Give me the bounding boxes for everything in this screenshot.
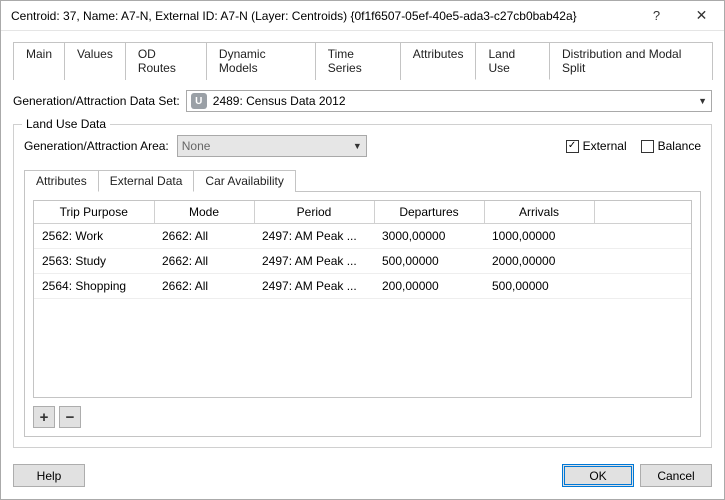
- col-mode[interactable]: Mode: [154, 201, 254, 224]
- external-label: External: [583, 139, 627, 153]
- add-row-button[interactable]: +: [33, 406, 55, 428]
- cell-period: 2497: AM Peak ...: [254, 249, 374, 274]
- chevron-down-icon: ▼: [353, 141, 362, 151]
- row-buttons: + −: [33, 406, 692, 428]
- tab-attributes[interactable]: Attributes: [400, 42, 477, 80]
- cell-departures: 3000,00000: [374, 224, 484, 249]
- cell-period: 2497: AM Peak ...: [254, 224, 374, 249]
- col-period[interactable]: Period: [254, 201, 374, 224]
- dialog-window: Centroid: 37, Name: A7-N, External ID: A…: [0, 0, 725, 500]
- tab-distribution-modal-split[interactable]: Distribution and Modal Split: [549, 42, 713, 80]
- remove-row-button[interactable]: −: [59, 406, 81, 428]
- window-title: Centroid: 37, Name: A7-N, External ID: A…: [11, 9, 634, 23]
- chevron-down-icon: ▼: [698, 96, 707, 106]
- cell-mode: 2662: All: [154, 274, 254, 299]
- area-row: Generation/Attraction Area: None ▼ ✓ Ext…: [24, 135, 701, 157]
- area-combo[interactable]: None ▼: [177, 135, 367, 157]
- table-header-row: Trip Purpose Mode Period Departures Arri…: [34, 201, 691, 224]
- col-trip-purpose[interactable]: Trip Purpose: [34, 201, 154, 224]
- checkbox-group: ✓ External Balance: [566, 139, 701, 153]
- balance-label: Balance: [658, 139, 701, 153]
- titlebar: Centroid: 37, Name: A7-N, External ID: A…: [1, 1, 724, 31]
- main-tabs: Main Values OD Routes Dynamic Models Tim…: [13, 41, 712, 80]
- cancel-button[interactable]: Cancel: [640, 464, 712, 487]
- dataset-label: Generation/Attraction Data Set:: [13, 94, 180, 108]
- tab-land-use[interactable]: Land Use: [475, 42, 550, 80]
- ok-button[interactable]: OK: [562, 464, 634, 487]
- close-button[interactable]: ✕: [679, 1, 724, 31]
- external-data-table: Trip Purpose Mode Period Departures Arri…: [34, 201, 691, 299]
- dataset-combo[interactable]: U 2489: Census Data 2012 ▼: [186, 90, 712, 112]
- group-title: Land Use Data: [22, 117, 110, 131]
- area-value: None: [182, 139, 211, 153]
- cell-mode: 2662: All: [154, 224, 254, 249]
- external-checkbox[interactable]: ✓ External: [566, 139, 627, 153]
- cell-period: 2497: AM Peak ...: [254, 274, 374, 299]
- table-panel: Trip Purpose Mode Period Departures Arri…: [24, 192, 701, 437]
- table-row[interactable]: 2562: Work 2662: All 2497: AM Peak ... 3…: [34, 224, 691, 249]
- tab-time-series[interactable]: Time Series: [315, 42, 401, 80]
- data-grid[interactable]: Trip Purpose Mode Period Departures Arri…: [33, 200, 692, 398]
- cell-purpose: 2562: Work: [34, 224, 154, 249]
- cell-departures: 500,00000: [374, 249, 484, 274]
- dataset-value: 2489: Census Data 2012: [213, 94, 346, 108]
- land-use-data-group: Land Use Data Generation/Attraction Area…: [13, 124, 712, 448]
- balance-checkbox[interactable]: Balance: [641, 139, 701, 153]
- dialog-footer: Help OK Cancel: [1, 456, 724, 499]
- tab-inner-car-availability[interactable]: Car Availability: [193, 170, 295, 192]
- cell-purpose: 2564: Shopping: [34, 274, 154, 299]
- tab-inner-attributes[interactable]: Attributes: [24, 170, 99, 192]
- tab-main[interactable]: Main: [13, 42, 65, 80]
- area-label: Generation/Attraction Area:: [24, 139, 169, 153]
- col-spacer: [594, 201, 691, 224]
- inner-tabs: Attributes External Data Car Availabilit…: [24, 169, 701, 192]
- plus-icon: +: [40, 409, 49, 426]
- help-button[interactable]: ?: [634, 1, 679, 31]
- help-button-footer[interactable]: Help: [13, 464, 85, 487]
- minus-icon: −: [66, 409, 75, 426]
- col-arrivals[interactable]: Arrivals: [484, 201, 594, 224]
- cell-mode: 2662: All: [154, 249, 254, 274]
- dialog-content: Main Values OD Routes Dynamic Models Tim…: [1, 31, 724, 456]
- tab-dynamic-models[interactable]: Dynamic Models: [206, 42, 316, 80]
- cell-arrivals: 2000,00000: [484, 249, 594, 274]
- table-row[interactable]: 2563: Study 2662: All 2497: AM Peak ... …: [34, 249, 691, 274]
- cell-arrivals: 1000,00000: [484, 224, 594, 249]
- cell-arrivals: 500,00000: [484, 274, 594, 299]
- table-row[interactable]: 2564: Shopping 2662: All 2497: AM Peak .…: [34, 274, 691, 299]
- checkbox-checked-icon: ✓: [566, 140, 579, 153]
- col-departures[interactable]: Departures: [374, 201, 484, 224]
- dataset-row: Generation/Attraction Data Set: U 2489: …: [13, 90, 712, 112]
- cell-departures: 200,00000: [374, 274, 484, 299]
- tab-od-routes[interactable]: OD Routes: [125, 42, 207, 80]
- checkbox-unchecked-icon: [641, 140, 654, 153]
- tab-inner-external-data[interactable]: External Data: [98, 170, 195, 192]
- cell-purpose: 2563: Study: [34, 249, 154, 274]
- tab-values[interactable]: Values: [64, 42, 126, 80]
- dataset-icon: U: [191, 93, 207, 109]
